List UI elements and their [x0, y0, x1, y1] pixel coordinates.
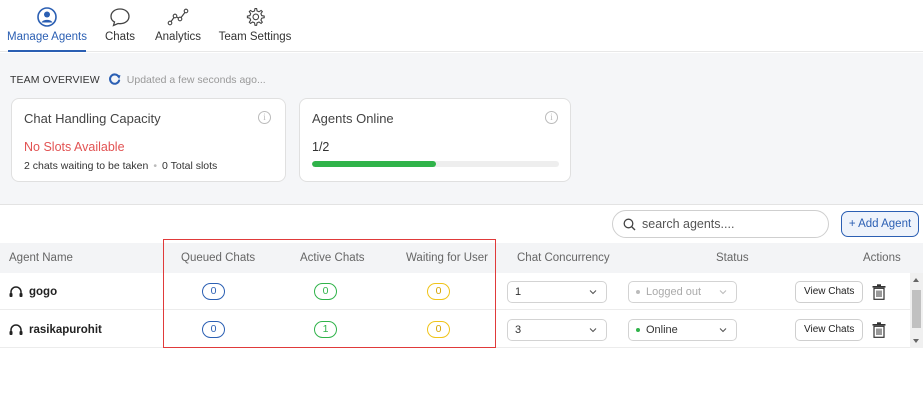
queued-chats-cell: 0: [202, 311, 225, 348]
app-root: Manage Agents Chats Analytics Team Setti…: [0, 0, 923, 398]
capacity-details: 2 chats waiting to be taken • 0 Total slot…: [24, 160, 217, 172]
headset-icon: [9, 323, 23, 335]
tab-team-settings[interactable]: Team Settings: [219, 0, 291, 52]
trash-icon[interactable]: [872, 283, 886, 300]
analytics-icon: [167, 8, 189, 26]
concurrency-value: 3: [515, 323, 522, 336]
scroll-up-icon[interactable]: [913, 278, 919, 282]
status-dot: [636, 289, 640, 294]
add-agent-button[interactable]: + Add Agent: [841, 211, 919, 237]
status-cell: Online: [628, 311, 737, 348]
actions-cell: View Chats: [795, 311, 886, 348]
col-queued-chats[interactable]: Queued Chats: [181, 243, 255, 273]
table-row: gogo 0 0 0 1 Logged out View Chats: [0, 273, 910, 310]
agents-table-header: Agent Name Queued Chats Active Chats Wai…: [0, 243, 923, 273]
status-cell: Logged out: [628, 273, 737, 310]
search-input[interactable]: [642, 217, 812, 231]
chat-capacity-card: Chat Handling Capacity i No Slots Availa…: [11, 98, 286, 182]
waiting-chats-cell: 0: [427, 311, 450, 348]
tab-label: Analytics: [154, 31, 202, 43]
table-row: rasikapurohit 0 1 0 3 Online View Chats: [0, 311, 910, 348]
last-updated-text: Updated a few seconds ago...: [126, 73, 266, 86]
active-chats-cell: 0: [314, 273, 337, 310]
status-value: Logged out: [646, 285, 702, 298]
col-status[interactable]: Status: [716, 243, 749, 273]
agents-online-progress: [312, 161, 559, 167]
concurrency-cell: 3: [507, 311, 607, 348]
active-chats-badge: 0: [314, 283, 337, 300]
actions-cell: View Chats: [795, 273, 886, 310]
capacity-status: No Slots Available: [24, 140, 125, 154]
team-overview-title: TEAM OVERVIEW: [10, 73, 100, 86]
chevron-down-icon: [719, 289, 727, 294]
agent-name-cell: gogo: [9, 273, 57, 310]
card-title: Chat Handling Capacity: [24, 111, 161, 126]
card-title: Agents Online: [312, 111, 394, 126]
col-chat-concurrency[interactable]: Chat Concurrency: [517, 243, 610, 273]
tab-label: Team Settings: [218, 31, 292, 43]
refresh-icon[interactable]: [108, 73, 121, 86]
top-nav: Manage Agents Chats Analytics Team Setti…: [0, 0, 923, 52]
agent-name: rasikapurohit: [29, 323, 102, 336]
active-chats-badge: 1: [314, 321, 337, 338]
view-chats-button[interactable]: View Chats: [795, 318, 864, 341]
separator-dot: •: [153, 160, 158, 172]
search-icon: [623, 218, 636, 230]
active-chats-cell: 1: [314, 311, 337, 348]
gear-icon: [246, 7, 265, 26]
status-dot: [636, 327, 640, 332]
queued-chats-badge: 0: [202, 321, 225, 338]
waiting-chats-cell: 0: [427, 273, 450, 310]
concurrency-select[interactable]: 1: [507, 280, 607, 303]
info-icon[interactable]: i: [545, 111, 558, 124]
status-select[interactable]: Online: [628, 318, 737, 341]
headset-icon: [9, 285, 23, 297]
concurrency-cell: 1: [507, 273, 607, 310]
concurrency-select[interactable]: 3: [507, 318, 607, 341]
tab-chats[interactable]: Chats: [103, 0, 137, 52]
info-icon[interactable]: i: [258, 111, 271, 124]
col-active-chats[interactable]: Active Chats: [300, 243, 365, 273]
progress-fill: [312, 161, 436, 167]
tab-label: Chats: [104, 31, 136, 43]
total-slots: 0 Total slots: [162, 160, 218, 172]
tab-manage-agents[interactable]: Manage Agents: [7, 0, 87, 52]
status-select[interactable]: Logged out: [628, 280, 737, 303]
agents-online-ratio: 1/2: [312, 140, 330, 154]
agent-icon: [37, 7, 57, 27]
scroll-down-icon[interactable]: [913, 339, 919, 343]
waiting-chats-badge: 0: [427, 321, 450, 338]
col-agent-name[interactable]: Agent Name: [9, 243, 73, 273]
search-box: [612, 210, 829, 238]
tab-label: Manage Agents: [7, 31, 87, 43]
view-chats-button[interactable]: View Chats: [795, 280, 864, 303]
chevron-down-icon: [589, 289, 597, 294]
team-overview-panel: TEAM OVERVIEW Updated a few seconds ago.…: [0, 53, 923, 205]
chat-bubble-icon: [110, 8, 130, 27]
col-actions: Actions: [863, 252, 901, 264]
agent-name: gogo: [29, 285, 58, 298]
tab-analytics[interactable]: Analytics: [154, 0, 202, 52]
chevron-down-icon: [719, 327, 727, 332]
agents-online-card: Agents Online i 1/2: [299, 98, 571, 182]
status-value: Online: [646, 323, 678, 336]
table-scrollbar[interactable]: [910, 273, 923, 348]
waiting-count: 2 chats waiting to be taken: [24, 160, 149, 172]
queued-chats-cell: 0: [202, 273, 225, 310]
queued-chats-badge: 0: [202, 283, 225, 300]
agent-name-cell: rasikapurohit: [9, 311, 102, 348]
col-waiting-for-user[interactable]: Waiting for User: [406, 243, 488, 273]
concurrency-value: 1: [515, 285, 522, 298]
team-overview-header: TEAM OVERVIEW Updated a few seconds ago.…: [10, 73, 266, 86]
waiting-chats-badge: 0: [427, 283, 450, 300]
chevron-down-icon: [589, 327, 597, 332]
scrollbar-thumb[interactable]: [912, 290, 921, 328]
trash-icon[interactable]: [872, 321, 886, 338]
